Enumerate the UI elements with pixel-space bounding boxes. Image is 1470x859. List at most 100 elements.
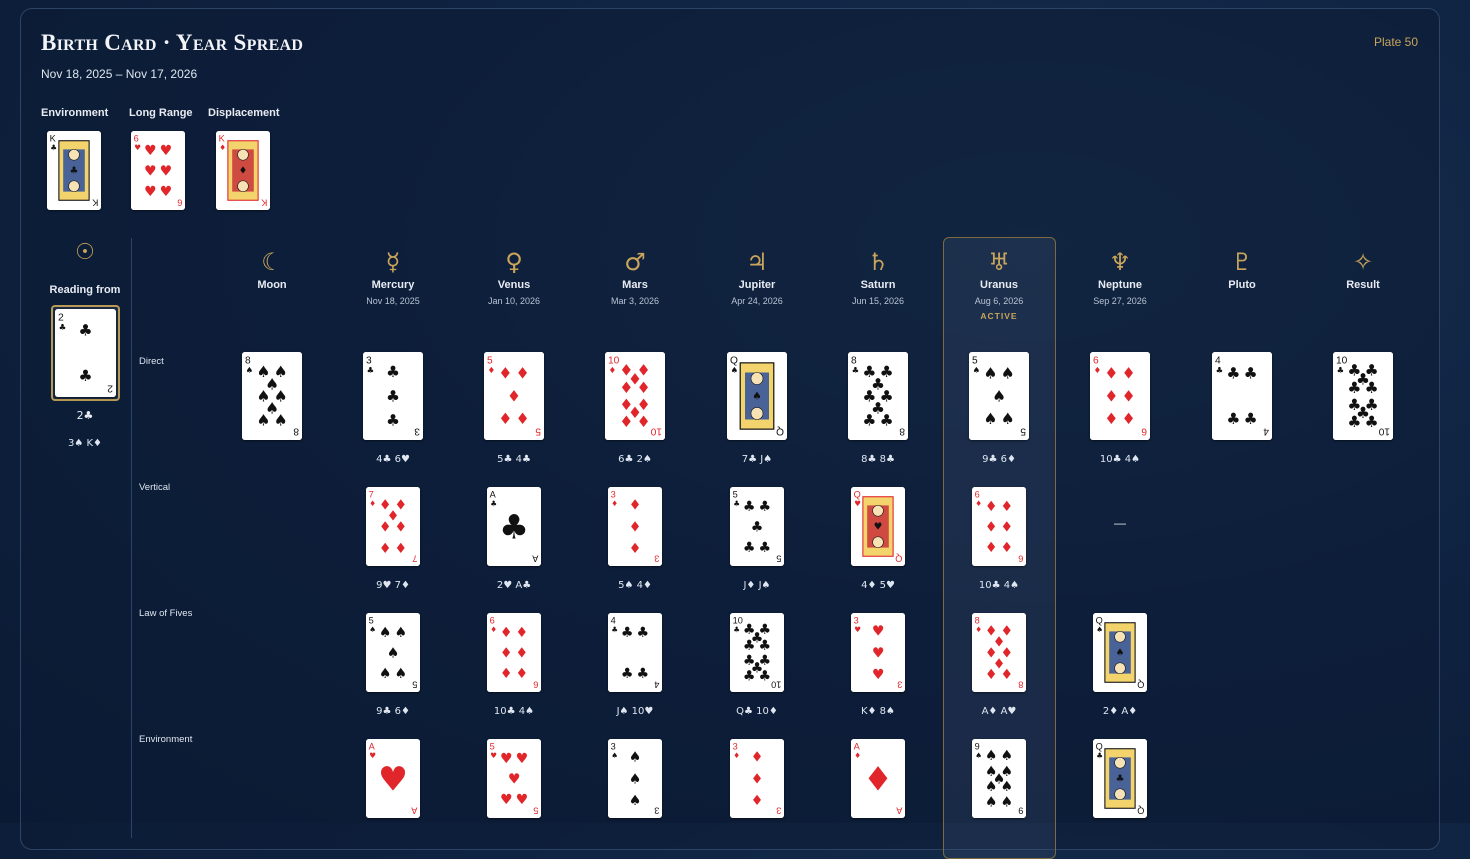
vertical-card-jupiter[interactable]: 5 ♣ 5 ♣ ♣ ♣ ♣ ♣	[730, 487, 784, 566]
svg-text:6: 6	[975, 489, 980, 499]
direct-card-neptune[interactable]: 6 ♦ 6 ♦ ♦ ♦ ♦ ♦ ♦	[1090, 352, 1150, 440]
card-face-5-of-clubs: 5♣5♣ ♣♣♣ ♣	[730, 487, 784, 566]
svg-text:♦: ♦	[239, 166, 248, 177]
planet-name: Uranus	[980, 279, 1018, 291]
svg-text:Q: Q	[1137, 680, 1144, 690]
direct-card-mercury[interactable]: 3 ♣ 3 ♣ ♣ ♣	[363, 352, 423, 440]
planet-header-pluto[interactable]: ♇ Pluto	[1187, 249, 1297, 291]
direct-pair-jupiter: 7♣ J♠	[741, 454, 773, 465]
direct-card-saturn[interactable]: 8 ♣ 8 ♣ ♣ ♣ ♣ ♣ ♣ ♣ ♣	[848, 352, 908, 440]
svg-text:♣: ♣	[490, 499, 497, 508]
svg-text:8: 8	[293, 426, 299, 437]
planet-date: Nov 18, 2025	[366, 296, 420, 306]
card-face-3-of-spades: 3♠3♠♠♠	[608, 739, 662, 818]
planet-header-neptune[interactable]: ♆ Neptune Sep 27, 2026	[1065, 249, 1175, 306]
law-of-fives-card-saturn[interactable]: 3 ♥ 3 ♥ ♥ ♥	[851, 613, 905, 692]
row-label-direct: Direct	[139, 356, 164, 367]
svg-text:A: A	[531, 554, 538, 564]
planet-header-venus[interactable]: ♀ Venus Jan 10, 2026	[459, 249, 569, 306]
svg-text:5: 5	[535, 426, 541, 437]
svg-text:♦: ♦	[975, 499, 982, 508]
vertical-card-venus[interactable]: A ♣ A ♣	[487, 487, 541, 566]
direct-pair-uranus: 9♣ 6♦	[982, 454, 1016, 465]
direct-card-result[interactable]: 10 ♣ 10 ♣ ♣ ♣ ♣ ♣ ♣ ♣ ♣ ♣ ♣	[1333, 352, 1393, 440]
svg-text:♦: ♦	[515, 645, 528, 661]
svg-text:♦: ♦	[488, 365, 496, 375]
svg-text:Q: Q	[895, 554, 902, 564]
law-of-fives-card-jupiter[interactable]: 10 ♣ 10 ♣ ♣ ♣ ♣ ♣ ♣ ♣ ♣ ♣ ♣	[730, 613, 784, 692]
law-of-fives-card-mercury[interactable]: 5 ♠ 5 ♠ ♠ ♠ ♠ ♠	[366, 613, 420, 692]
svg-text:♠: ♠	[611, 751, 618, 760]
planet-header-moon[interactable]: ☾ Moon	[217, 249, 327, 291]
environment-row-card-mars[interactable]: 3 ♠ 3 ♠ ♠ ♠	[608, 739, 662, 818]
svg-text:3: 3	[611, 489, 616, 499]
environment-row-card-mercury[interactable]: A ♥ A ♥	[366, 739, 420, 818]
vertical-card-mars[interactable]: 3 ♦ 3 ♦ ♦ ♦	[608, 487, 662, 566]
svg-text:3: 3	[776, 806, 781, 816]
law-of-fives-card-neptune[interactable]: Q ♠ Q ♠	[1093, 613, 1147, 692]
direct-card-moon[interactable]: 8 ♠ 8 ♠ ♠ ♠ ♠ ♠ ♠ ♠ ♠	[242, 352, 302, 440]
svg-text:♣: ♣	[636, 666, 649, 682]
environment-row-card-jupiter[interactable]: 3 ♦ 3 ♦ ♦ ♦	[730, 739, 784, 818]
vertical-card-uranus[interactable]: 6 ♦ 6 ♦ ♦ ♦ ♦ ♦ ♦	[972, 487, 1026, 566]
svg-text:♦: ♦	[394, 541, 407, 557]
svg-text:♠: ♠	[992, 386, 1006, 405]
svg-text:♣: ♣	[1216, 365, 1224, 375]
top-card-environment[interactable]: K ♣ K ♣	[47, 131, 101, 210]
law-of-fives-pair-jupiter: Q♣ 10♦	[736, 706, 778, 717]
svg-text:♣: ♣	[733, 625, 740, 634]
planet-header-jupiter[interactable]: ♃ Jupiter Apr 24, 2026	[702, 249, 812, 306]
top-card-label-displacement: Displacement	[208, 107, 280, 119]
svg-text:♥: ♥	[508, 771, 521, 787]
svg-text:♠: ♠	[1000, 748, 1013, 764]
top-card-long-range[interactable]: 6 ♥ 6 ♥ ♥ ♥ ♥ ♥ ♥	[131, 131, 185, 210]
svg-text:♦: ♦	[490, 625, 497, 634]
planet-header-result[interactable]: ✧ Result	[1308, 249, 1418, 291]
card-face-10-of-clubs: 10♣10♣ ♣♣♣ ♣♣ ♣♣♣ ♣	[730, 613, 784, 692]
planet-header-mars[interactable]: ♂ Mars Mar 3, 2026	[580, 249, 690, 306]
planet-date: Jun 15, 2026	[851, 296, 905, 306]
environment-row-card-uranus[interactable]: 9 ♠ 9 ♠ ♠ ♠ ♠ ♠ ♠ ♠ ♠ ♠	[972, 739, 1026, 818]
planet-header-uranus[interactable]: ♅ Uranus Aug 6, 2026 ACTIVE	[944, 249, 1054, 321]
law-of-fives-card-mars[interactable]: 4 ♣ 4 ♣ ♣ ♣ ♣	[608, 613, 662, 692]
svg-text:♦: ♦	[751, 771, 764, 787]
card-face-3-of-clubs: 3♣3♣♣♣	[363, 352, 423, 440]
planet-name: Result	[1346, 279, 1380, 291]
svg-text:♠: ♠	[387, 645, 400, 661]
svg-text:3: 3	[414, 426, 420, 437]
reading-from-card[interactable]: 2 ♣ 2 ♣ ♣	[55, 309, 116, 397]
svg-text:10: 10	[1378, 426, 1390, 437]
svg-text:Q: Q	[776, 426, 784, 437]
svg-text:♣: ♣	[621, 625, 634, 641]
direct-card-mars[interactable]: 10 ♦ 10 ♦ ♦ ♦ ♦ ♦ ♦ ♦ ♦ ♦ ♦	[605, 352, 665, 440]
planet-header-mercury[interactable]: ☿ Mercury Nov 18, 2025	[338, 249, 448, 306]
law-of-fives-card-uranus[interactable]: 8 ♦ 8 ♦ ♦ ♦ ♦ ♦ ♦ ♦ ♦	[972, 613, 1026, 692]
direct-card-pluto[interactable]: 4 ♣ 4 ♣ ♣ ♣ ♣	[1212, 352, 1272, 440]
svg-text:♦: ♦	[379, 519, 392, 535]
svg-text:♣: ♣	[758, 540, 771, 556]
direct-card-venus[interactable]: 5 ♦ 5 ♦ ♦ ♦ ♦ ♦	[484, 352, 544, 440]
direct-card-uranus[interactable]: 5 ♠ 5 ♠ ♠ ♠ ♠ ♠	[969, 352, 1029, 440]
card-face-6-of-diamonds: 6♦6♦ ♦♦ ♦♦ ♦	[972, 487, 1026, 566]
direct-pair-venus: 5♣ 4♣	[497, 454, 531, 465]
svg-text:♠: ♠	[985, 779, 998, 795]
vertical-card-saturn[interactable]: Q ♥ Q ♥	[851, 487, 905, 566]
card-face-6-of-diamonds: 6♦6♦ ♦♦ ♦♦ ♦	[487, 613, 541, 692]
svg-text:♦: ♦	[1000, 499, 1013, 515]
svg-text:♠: ♠	[1096, 625, 1103, 634]
card-face-6-of-diamonds: 6♦6♦ ♦♦ ♦♦ ♦	[1090, 352, 1150, 440]
card-face-q-of-hearts: Q♥Q♥	[851, 487, 905, 566]
svg-text:K: K	[260, 198, 267, 208]
top-card-displacement[interactable]: K ♦ K ♦	[216, 131, 270, 210]
environment-row-card-venus[interactable]: 5 ♥ 5 ♥ ♥ ♥ ♥ ♥	[487, 739, 541, 818]
planet-header-saturn[interactable]: ♄ Saturn Jun 15, 2026	[823, 249, 933, 306]
environment-row-card-neptune[interactable]: Q ♣ Q ♣	[1093, 739, 1147, 818]
direct-pair-neptune: 10♣ 4♠	[1099, 454, 1141, 465]
environment-row-card-saturn[interactable]: A ♦ A ♦	[851, 739, 905, 818]
vertical-pair-venus: 2♥ A♣	[496, 580, 532, 591]
svg-text:♥: ♥	[854, 499, 861, 508]
direct-card-jupiter[interactable]: Q ♠ Q ♠	[727, 352, 787, 440]
svg-text:♦: ♦	[500, 645, 513, 661]
vertical-card-mercury[interactable]: 7 ♦ 7 ♦ ♦ ♦ ♦ ♦ ♦ ♦	[366, 487, 420, 566]
law-of-fives-card-venus[interactable]: 6 ♦ 6 ♦ ♦ ♦ ♦ ♦ ♦	[487, 613, 541, 692]
